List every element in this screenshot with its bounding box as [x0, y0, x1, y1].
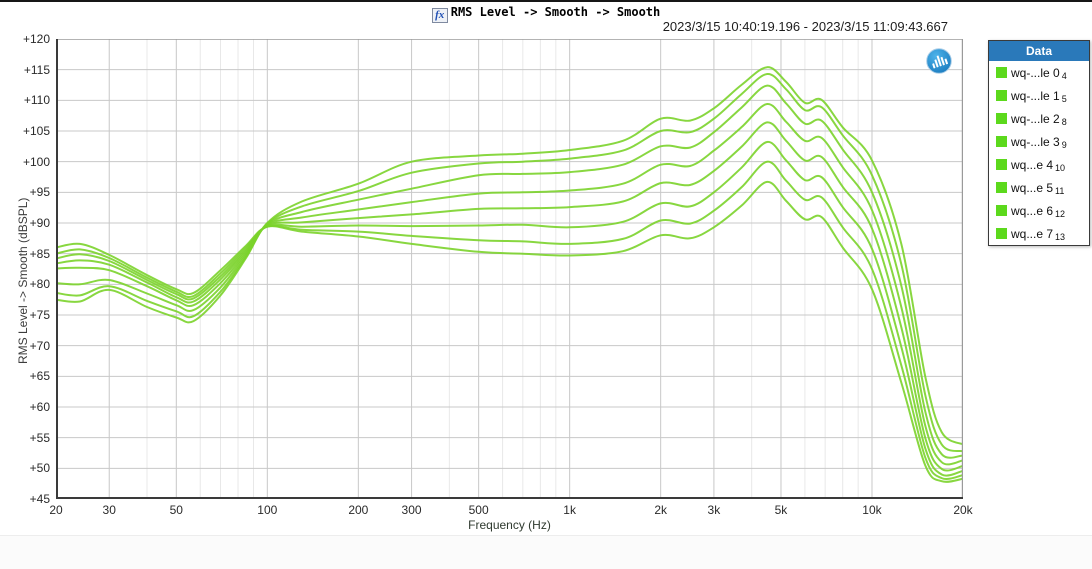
legend-item-1[interactable]: wq-...le 15 [989, 84, 1089, 107]
y-tick-label: +55 [0, 430, 50, 446]
legend-item-subscript: 11 [1055, 186, 1064, 196]
legend-item-3[interactable]: wq-...le 39 [989, 130, 1089, 153]
legend-item-label: wq-...le 3 [1011, 135, 1060, 149]
legend-swatch-icon [996, 205, 1007, 216]
legend-item-subscript: 10 [1055, 163, 1065, 173]
legend-item-label: wq-...le 2 [1011, 112, 1060, 126]
legend-header[interactable]: Data [989, 41, 1089, 61]
chart-title-bar: fxRMS Level -> Smooth -> Smooth [0, 3, 1092, 19]
legend-item-label: wq-...le 1 [1011, 89, 1060, 103]
x-tick-label: 500 [454, 503, 504, 517]
x-tick-label: 50 [151, 503, 201, 517]
frequency-response-plot[interactable] [56, 39, 963, 499]
x-tick-label: 10k [847, 503, 897, 517]
y-tick-label: +115 [0, 62, 50, 78]
y-tick-label: +100 [0, 154, 50, 170]
legend-item-subscript: 9 [1062, 140, 1067, 150]
legend-swatch-icon [996, 159, 1007, 170]
legend-item-label: wq...e 4 [1011, 158, 1053, 172]
time-range-label: 2023/3/15 10:40:19.196 - 2023/3/15 11:09… [0, 19, 948, 34]
legend-item-label: wq...e 6 [1011, 204, 1053, 218]
legend-swatch-icon [996, 182, 1007, 193]
legend-swatch-icon [996, 113, 1007, 124]
chart-title: RMS Level -> Smooth -> Smooth [451, 5, 661, 19]
x-tick-label: 20k [938, 503, 988, 517]
curve-series-5[interactable] [56, 86, 963, 458]
x-tick-label: 100 [242, 503, 292, 517]
legend-item-subscript: 4 [1062, 71, 1067, 81]
analyzer-logo-icon [925, 47, 953, 75]
x-tick-label: 300 [387, 503, 437, 517]
x-tick-label: 200 [333, 503, 383, 517]
x-axis-title: Frequency (Hz) [56, 518, 963, 532]
legend-panel[interactable]: Data wq-...le 04wq-...le 15wq-...le 28wq… [988, 40, 1090, 246]
y-tick-label: +110 [0, 92, 50, 108]
x-tick-label: 5k [756, 503, 806, 517]
legend-item-0[interactable]: wq-...le 04 [989, 61, 1089, 84]
legend-item-7[interactable]: wq...e 713 [989, 222, 1089, 245]
legend-item-subscript: 12 [1055, 209, 1065, 219]
x-tick-label: 20 [31, 503, 81, 517]
y-tick-label: +105 [0, 123, 50, 139]
y-tick-label: +45 [0, 491, 50, 507]
legend-swatch-icon [996, 228, 1007, 239]
legend-items: wq-...le 04wq-...le 15wq-...le 28wq-...l… [989, 61, 1089, 245]
legend-item-4[interactable]: wq...e 410 [989, 153, 1089, 176]
plot-area[interactable] [56, 39, 963, 499]
legend-item-5[interactable]: wq...e 511 [989, 176, 1089, 199]
analyzer-window: fxRMS Level -> Smooth -> Smooth 2023/3/1… [0, 0, 1092, 569]
y-axis-title: RMS Level -> Smooth (dBSPL) [16, 198, 30, 364]
legend-swatch-icon [996, 136, 1007, 147]
legend-item-6[interactable]: wq...e 612 [989, 199, 1089, 222]
legend-item-subscript: 5 [1062, 94, 1067, 104]
legend-item-subscript: 13 [1055, 232, 1065, 242]
legend-item-label: wq-...le 0 [1011, 66, 1060, 80]
footer-strip [0, 535, 1092, 569]
y-tick-label: +50 [0, 460, 50, 476]
x-tick-label: 30 [84, 503, 134, 517]
x-tick-label: 2k [636, 503, 686, 517]
legend-swatch-icon [996, 90, 1007, 101]
legend-item-label: wq...e 7 [1011, 227, 1053, 241]
legend-item-2[interactable]: wq-...le 28 [989, 107, 1089, 130]
legend-item-label: wq...e 5 [1011, 181, 1053, 195]
legend-swatch-icon [996, 67, 1007, 78]
curve-series-0[interactable] [56, 182, 963, 482]
y-tick-label: +60 [0, 399, 50, 415]
curve-series-7[interactable] [56, 67, 963, 444]
x-tick-label: 1k [545, 503, 595, 517]
y-tick-label: +65 [0, 368, 50, 384]
legend-item-subscript: 8 [1062, 117, 1067, 127]
x-tick-label: 3k [689, 503, 739, 517]
